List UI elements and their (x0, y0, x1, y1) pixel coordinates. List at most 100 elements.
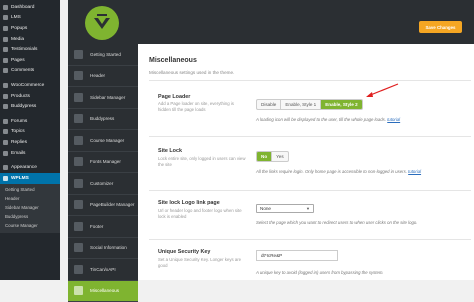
wp-menu-products[interactable]: Products (0, 91, 60, 102)
page-loader-desc: Add a Page loader on site, everything is… (158, 101, 246, 112)
chevron-down-icon: ▼ (306, 206, 310, 211)
buddypress-icon (74, 114, 83, 123)
page-loader-tutorial-link[interactable]: tutorial (387, 117, 400, 122)
divider (149, 190, 471, 191)
customizer-icon (74, 179, 83, 188)
section-title: Miscellaneous (149, 57, 197, 64)
nav-fonts-manager[interactable]: Fonts Manager (68, 152, 138, 174)
wp-menu-topics[interactable]: Topics (0, 127, 60, 138)
products-icon (3, 94, 8, 99)
header-icon (74, 71, 83, 80)
page-loader-style1-button[interactable]: Enable, Style 1 (281, 100, 321, 109)
nav-header[interactable]: Header (68, 66, 138, 88)
wp-submenu-sidebar-manager[interactable]: Sidebar Manager (0, 203, 60, 212)
dashboard-icon (3, 5, 8, 10)
testimonials-icon (3, 47, 8, 52)
lms-icon (3, 15, 8, 20)
wp-menu-woocommerce[interactable]: WooCommerce (0, 80, 60, 91)
nav-footer[interactable]: Footer (68, 216, 138, 238)
social-icon (74, 243, 83, 252)
footer-icon (74, 222, 83, 231)
sidebar-icon (74, 93, 83, 102)
pages-icon (3, 58, 8, 63)
section-description: Miscellaneous settings used in the theme… (149, 70, 234, 75)
nav-social-information[interactable]: Social Information (68, 238, 138, 260)
nav-sidebar-manager[interactable]: Sidebar Manager (68, 87, 138, 109)
wp-submenu-header[interactable]: Header (0, 194, 60, 203)
site-lock-desc: Lock entire site, only logged in users c… (158, 156, 246, 167)
wp-menu-lms[interactable]: LMS (0, 13, 60, 24)
comments-icon (3, 68, 8, 73)
wp-menu-pages[interactable]: Pages (0, 55, 60, 66)
logo-link-desc: Url or header logo and footer logo when … (158, 208, 246, 219)
page-loader-disable-button[interactable]: Disable (257, 100, 281, 109)
media-icon (3, 37, 8, 42)
wp-menu-buddypress[interactable]: Buddypress (0, 101, 60, 112)
wplms-submenu: Getting Started Header Sidebar Manager B… (0, 184, 60, 234)
wp-submenu-getting-started[interactable]: Getting Started (0, 186, 60, 195)
wp-menu-dashboard[interactable]: Dashboard (0, 2, 60, 13)
theme-options-panel: Save Changes Getting Started Header Side… (68, 0, 474, 280)
site-lock-yes-button[interactable]: Yes (272, 152, 288, 161)
wplms-logo (85, 6, 119, 40)
nav-getting-started[interactable]: Getting Started (68, 44, 138, 66)
page-loader-style2-button[interactable]: Enable, Style 2 (321, 100, 361, 109)
wp-submenu-buddypress[interactable]: Buddypress (0, 212, 60, 221)
security-key-desc: Set a Unique Security Key. Longer keys a… (158, 257, 246, 268)
nav-course-manager[interactable]: Course Manager (68, 130, 138, 152)
divider (149, 80, 471, 81)
wp-menu-popups[interactable]: Popups (0, 23, 60, 34)
site-lock-tutorial-link[interactable]: tutorial (408, 169, 421, 174)
logo-link-select[interactable]: None▼ (256, 204, 314, 213)
wp-menu-testimonials[interactable]: Testimonials (0, 44, 60, 55)
logo-link-hint: Select the page which you want to redire… (256, 220, 417, 225)
site-lock-buttonset: No Yes (256, 151, 289, 162)
divider (149, 239, 471, 240)
replies-icon (3, 140, 8, 145)
woocommerce-icon (3, 83, 8, 88)
tincan-icon (74, 265, 83, 274)
security-key-input[interactable]: dt*IcRe&P (256, 250, 338, 261)
wp-submenu-course-manager[interactable]: Course Manager (0, 221, 60, 230)
wp-menu-media[interactable]: Media (0, 34, 60, 45)
options-content: Miscellaneous Miscellaneous settings use… (138, 44, 474, 280)
wp-menu-wplms[interactable]: WPLMS (0, 173, 60, 184)
wp-menu-comments[interactable]: Comments (0, 66, 60, 77)
wp-admin-sidebar: Dashboard LMS Popups Media Testimonials … (0, 0, 60, 280)
emails-icon (3, 151, 8, 156)
page-loader-buttonset: Disable Enable, Style 1 Enable, Style 2 (256, 99, 363, 110)
page-loader-hint: A loading icon will be displayed to the … (256, 117, 400, 122)
nav-customizer[interactable]: Customizer (68, 173, 138, 195)
miscellaneous-icon (74, 286, 83, 295)
nav-miscellaneous[interactable]: Miscellaneous (68, 281, 138, 302)
wplms-icon (3, 176, 8, 181)
site-lock-no-button[interactable]: No (257, 152, 272, 161)
appearance-icon (3, 165, 8, 170)
wp-menu-replies[interactable]: Replies (0, 137, 60, 148)
popups-icon (3, 26, 8, 31)
security-key-title: Unique Security Key (158, 249, 210, 255)
page-loader-title: Page Loader (158, 94, 190, 100)
divider (149, 136, 471, 137)
topics-icon (3, 129, 8, 134)
pagebuilder-icon (74, 200, 83, 209)
buddypress-icon (3, 104, 8, 109)
save-changes-button[interactable]: Save Changes (419, 21, 462, 33)
site-lock-hint: All the links require login. Only home p… (256, 169, 421, 174)
wp-menu-appearance[interactable]: Appearance (0, 162, 60, 173)
site-lock-title: Site Lock (158, 148, 182, 154)
options-header: Save Changes (68, 0, 474, 44)
forums-icon (3, 119, 8, 124)
fonts-icon (74, 157, 83, 166)
logo-link-title: Site lock Logo link page (158, 200, 220, 206)
security-key-hint: A unique key to avoid (logged in) users … (256, 270, 384, 275)
nav-pagebuilder-manager[interactable]: PageBuilder Manager (68, 195, 138, 217)
options-nav: Getting Started Header Sidebar Manager B… (68, 44, 138, 280)
getting-started-icon (74, 50, 83, 59)
wp-menu-forums[interactable]: Forums (0, 116, 60, 127)
check-logo-icon (91, 12, 113, 34)
wp-menu-emails[interactable]: Emails (0, 148, 60, 159)
course-icon (74, 136, 83, 145)
nav-buddypress[interactable]: Buddypress (68, 109, 138, 131)
nav-tincan-xapi[interactable]: TinCan/xAPI (68, 259, 138, 281)
